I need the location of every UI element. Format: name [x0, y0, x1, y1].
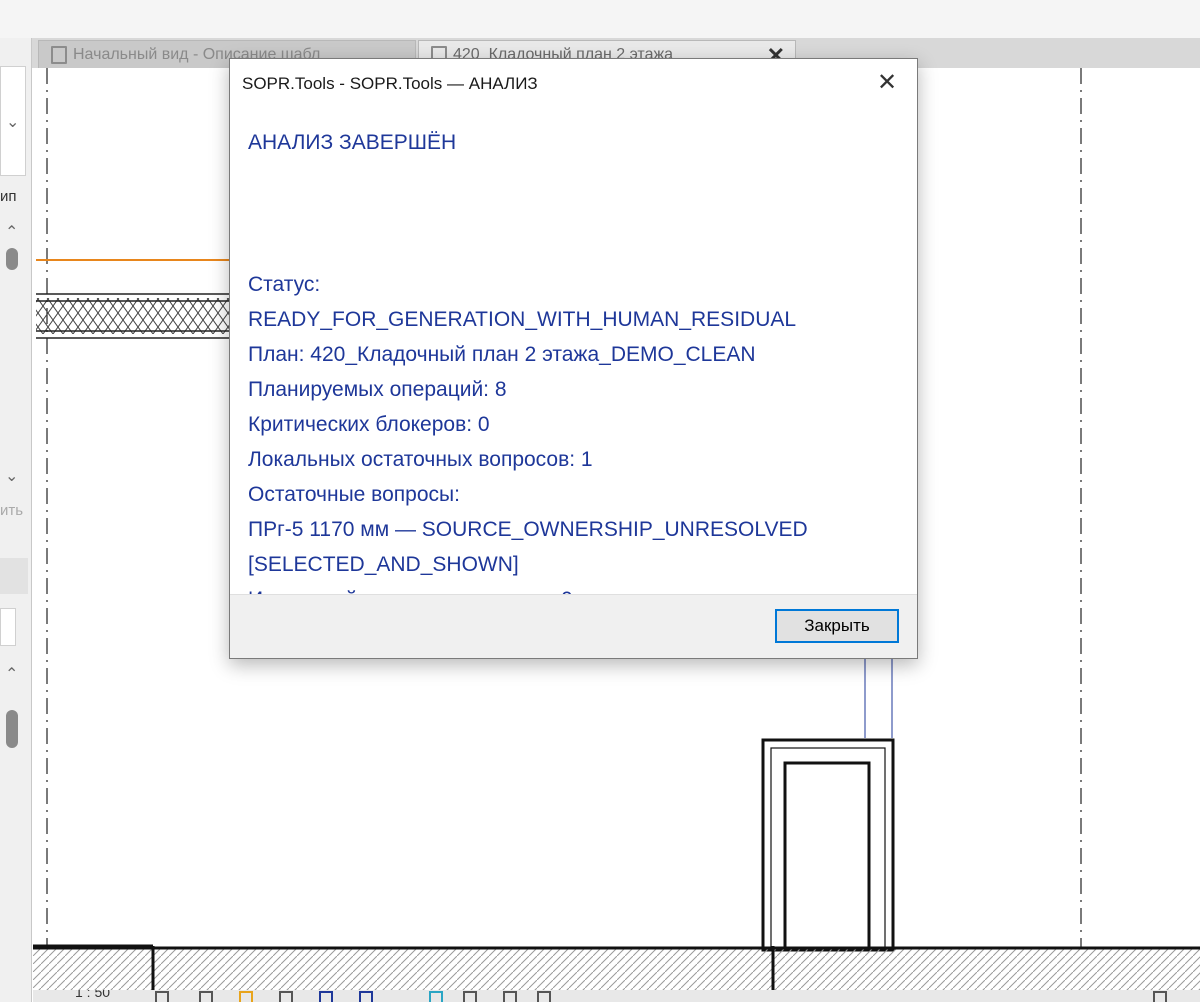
chevron-down-icon: ⌄ — [6, 114, 20, 131]
temporary-hide-icon[interactable] — [429, 991, 443, 1002]
critical-blockers: Критических блокеров: 0 — [248, 413, 490, 436]
close-icon[interactable]: ✕ — [873, 69, 901, 97]
scrollbar-thumb[interactable] — [6, 710, 18, 748]
analytical-model-icon[interactable] — [503, 991, 517, 1002]
chevron-up-icon[interactable]: ⌃ — [5, 222, 18, 242]
left-panel: ⌄ ип ⌃ ⌄ ить ⌃ — [0, 38, 32, 1002]
local-residual-questions: Локальных остаточных вопросов: 1 — [248, 448, 593, 471]
dialog-title: SOPR.Tools - SOPR.Tools — АНАЛИЗ — [242, 74, 538, 93]
planned-operations: Планируемых операций: 8 — [248, 378, 507, 401]
residual-question-item: ПРг-5 1170 мм — SOURCE_OWNERSHIP_UNRESOL… — [248, 518, 808, 541]
status-icon[interactable] — [1153, 991, 1167, 1002]
analysis-dialog: SOPR.Tools - SOPR.Tools — АНАЛИЗ ✕ АНАЛИ… — [229, 58, 918, 659]
residual-questions-label: Остаточные вопросы: — [248, 483, 460, 506]
dialog-footer: Закрыть — [230, 594, 917, 658]
shadows-icon[interactable] — [279, 991, 293, 1002]
scale-value[interactable]: 1 : 50 — [75, 990, 110, 1000]
sun-path-icon[interactable] — [239, 991, 253, 1002]
status-label: Статус: — [248, 273, 321, 296]
door-frame — [761, 738, 895, 952]
panel-field[interactable] — [0, 608, 16, 646]
type-selector[interactable]: ⌄ — [0, 66, 26, 176]
apply-button[interactable]: ить — [0, 502, 23, 519]
detail-level-icon[interactable] — [155, 991, 169, 1002]
close-button[interactable]: Закрыть — [775, 609, 899, 643]
ribbon-area — [0, 0, 1200, 38]
revit-window: Начальный вид - Описание шабл 420_Кладоч… — [0, 0, 1200, 1002]
scrollbar-thumb[interactable] — [6, 248, 18, 270]
plan-name: План: 420_Кладочный план 2 этажа_DEMO_CL… — [248, 343, 756, 366]
crop-view-icon[interactable] — [319, 991, 333, 1002]
reveal-hidden-icon[interactable] — [463, 991, 477, 1002]
chevron-up-icon[interactable]: ⌃ — [5, 664, 18, 684]
hatched-wall — [36, 293, 236, 339]
constraints-icon[interactable] — [537, 991, 551, 1002]
residual-question-flag: [SELECTED_AND_SHOWN] — [248, 553, 519, 576]
visual-style-icon[interactable] — [199, 991, 213, 1002]
view-control-bar: 1 : 50 — [33, 990, 1200, 1002]
show-crop-icon[interactable] — [359, 991, 373, 1002]
analysis-heading: АНАЛИЗ ЗАВЕРШЁН — [248, 131, 457, 154]
blue-guide-lines — [864, 658, 893, 738]
panel-header — [0, 558, 28, 594]
status-value: READY_FOR_GENERATION_WITH_HUMAN_RESIDUAL — [248, 308, 797, 331]
document-icon — [51, 45, 67, 64]
type-label: ип — [0, 188, 17, 205]
chevron-down-icon[interactable]: ⌄ — [5, 466, 18, 486]
